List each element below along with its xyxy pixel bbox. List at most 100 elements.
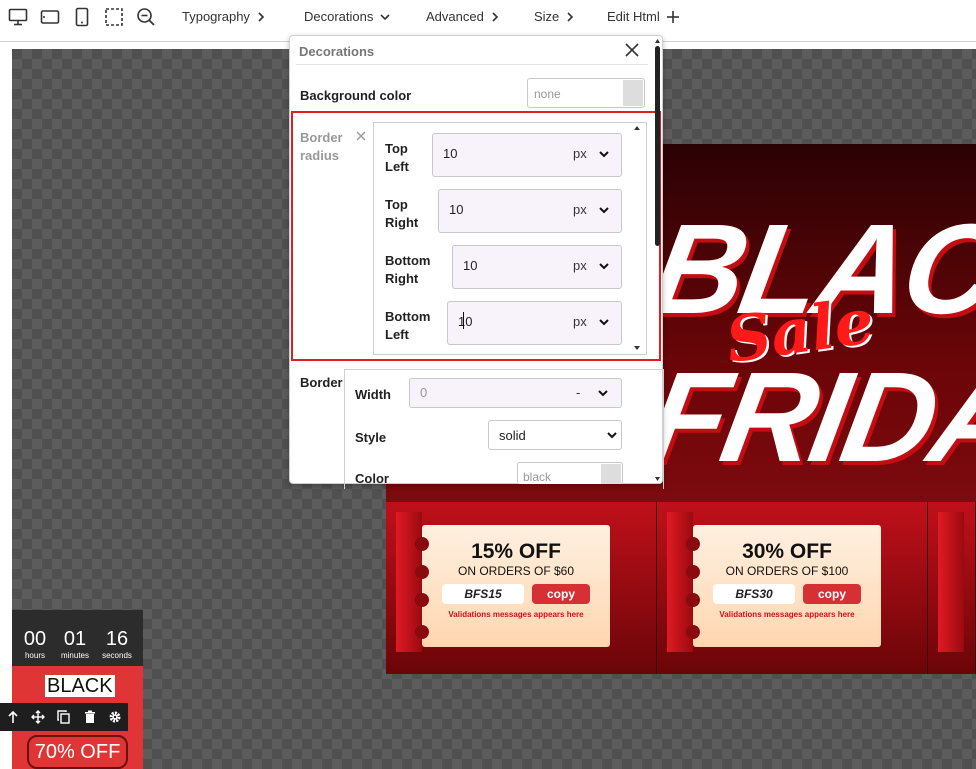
copy-button[interactable]: copy (532, 584, 590, 604)
border-width-value: 0 (420, 385, 428, 400)
menu-label: Advanced (426, 9, 484, 24)
coupon-condition: ON ORDERS OF $100 (725, 564, 849, 578)
validation-message: Validations messages appears here (448, 610, 584, 619)
color-swatch[interactable] (601, 464, 621, 484)
mobile-view-icon[interactable] (71, 6, 93, 28)
validation-message: Validations messages appears here (719, 610, 855, 619)
panel-divider (296, 64, 648, 65)
copy-button[interactable]: copy (803, 584, 861, 604)
panel-scrollbar-thumb[interactable] (655, 46, 660, 246)
select-area-icon[interactable] (103, 6, 125, 28)
corner-label-line: Bottom (385, 309, 431, 324)
move-icon[interactable] (26, 710, 52, 724)
corner-label: Top Right (385, 196, 418, 232)
corner-label: Bottom Left (385, 308, 431, 344)
coupon-code-row: BFS15 copy (422, 584, 610, 604)
coupon-discount: 15% OFF (471, 540, 561, 563)
border-width-unit[interactable]: - (576, 385, 580, 400)
border-style-value: solid (499, 428, 526, 443)
chevron-down-icon (599, 319, 609, 326)
menu-label: Edit Html (607, 9, 660, 24)
timer-hours: 00 (23, 628, 47, 650)
bottom-left-radius-input[interactable]: 10 px (447, 301, 622, 345)
corner-label: Top Left (385, 140, 409, 176)
border-width-label: Width (355, 387, 391, 402)
border-color-label: Color (355, 471, 389, 486)
corner-label-line: Left (385, 159, 409, 174)
border-radius-label-1: Border radius (300, 129, 350, 165)
top-right-unit[interactable]: px (573, 202, 587, 217)
ticket-notch (415, 593, 429, 607)
top-left-radius-input[interactable]: 10 px (432, 133, 622, 177)
top-left-unit[interactable]: px (573, 146, 587, 161)
corner-label-line: Left (385, 327, 409, 342)
plus-icon (666, 10, 679, 23)
menu-edit-html[interactable]: Edit Html (607, 9, 680, 24)
bottom-right-unit[interactable]: px (573, 258, 587, 273)
coupon-side-strip (938, 512, 964, 652)
menu-size[interactable]: Size (534, 9, 575, 24)
corner-label: Bottom Right (385, 252, 431, 288)
menu-typography[interactable]: Typography (182, 9, 266, 24)
chevron-right-icon (258, 11, 265, 22)
top-right-radius-input[interactable]: 10 px (438, 189, 622, 233)
corner-label-line: Right (385, 271, 419, 286)
coupon-card[interactable]: 15% OFF ON ORDERS OF $60 BFS15 copy Vali… (386, 502, 657, 674)
coupon-card[interactable]: 30% OFF ON ORDERS OF $100 BFS30 copy Val… (657, 502, 928, 674)
bottom-right-radius-input[interactable]: 10 px (452, 245, 622, 289)
top-left-radius-value: 10 (443, 146, 458, 161)
border-style-label: Style (355, 430, 387, 445)
coupon-code[interactable]: BFS15 (442, 584, 524, 604)
coupon-row: 15% OFF ON ORDERS OF $60 BFS15 copy Vali… (386, 502, 976, 674)
coupon-condition: ON ORDERS OF $60 (457, 564, 575, 578)
background-color-field[interactable]: none (527, 78, 645, 108)
ticket-notch (415, 625, 429, 639)
ticket-notch (686, 593, 700, 607)
text-cursor (463, 312, 464, 329)
duplicate-icon[interactable] (51, 710, 77, 724)
top-right-radius-value: 10 (449, 202, 464, 217)
menu-advanced[interactable]: Advanced (426, 9, 500, 24)
border-width-input[interactable]: 0 - (409, 378, 622, 408)
gear-icon[interactable] (102, 710, 128, 724)
corner-label-line: Top (385, 197, 408, 212)
color-swatch[interactable] (623, 80, 643, 106)
corners-scrollbar[interactable] (633, 124, 641, 352)
element-toolbar (0, 703, 128, 731)
preview-black-text[interactable]: BLACK (45, 675, 115, 697)
chevron-down-icon (599, 263, 609, 270)
select-parent-icon[interactable] (0, 710, 26, 724)
timer-minutes: 01 (63, 628, 87, 650)
coupon-discount: 30% OFF (742, 540, 832, 563)
ticket-notch (415, 565, 429, 579)
delete-icon[interactable] (77, 710, 103, 724)
timer-seconds: 16 (105, 628, 129, 650)
timer-minutes-label: minutes (60, 651, 89, 660)
border-style-select[interactable]: solid (488, 420, 622, 450)
chevron-down-icon (380, 13, 390, 20)
desktop-view-icon[interactable] (7, 6, 29, 28)
border-color-field[interactable]: black (517, 462, 623, 484)
timer-hours-label: hours (24, 651, 45, 660)
menu-label: Decorations (304, 9, 374, 24)
tablet-landscape-icon[interactable] (39, 6, 61, 28)
coupon-card-partial[interactable] (928, 502, 976, 674)
menu-decorations[interactable]: Decorations (304, 9, 391, 24)
coupon-ticket: 15% OFF ON ORDERS OF $60 BFS15 copy Vali… (415, 525, 610, 647)
timer-seconds-label: seconds (102, 651, 132, 660)
panel-scrollbar[interactable] (655, 38, 660, 482)
preview-discount-button[interactable]: 70% OFF (27, 735, 128, 769)
bottom-left-unit[interactable]: px (573, 314, 587, 329)
zoom-out-icon[interactable] (135, 6, 157, 28)
panel-title: Decorations (299, 44, 375, 59)
coupon-code[interactable]: BFS30 (713, 584, 795, 604)
corner-label-line: Right (385, 215, 419, 230)
menu-label: Typography (182, 9, 250, 24)
chevron-right-icon (492, 11, 498, 22)
ticket-notch (686, 565, 700, 579)
close-icon[interactable] (624, 42, 642, 60)
border-label: Border (300, 375, 343, 390)
border-radius-label: Border radius (300, 130, 343, 163)
corner-label-line: Top (385, 141, 408, 156)
remove-border-radius-icon[interactable] (356, 128, 366, 146)
